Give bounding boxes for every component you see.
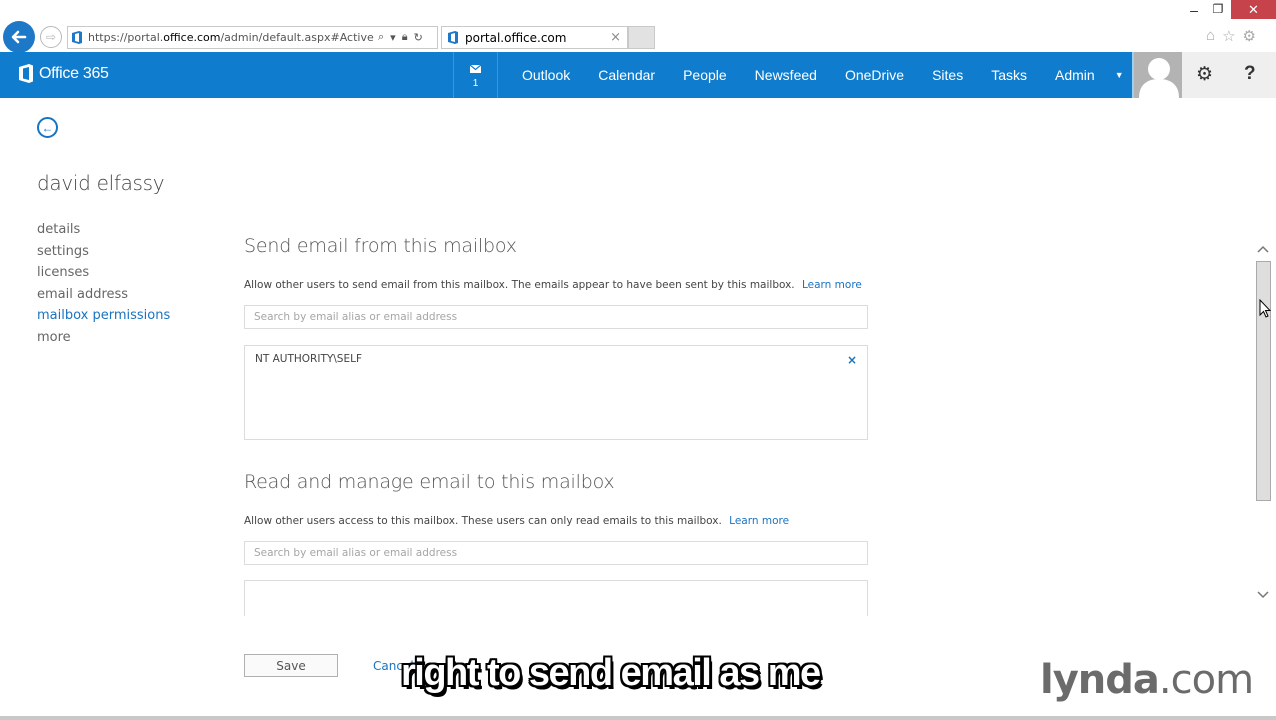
close-window-button[interactable]: ✕ xyxy=(1231,0,1276,19)
nav-calendar[interactable]: Calendar xyxy=(584,52,669,98)
full-access-description: Allow other users access to this mailbox… xyxy=(244,515,790,527)
tab-title: portal.office.com xyxy=(465,30,567,45)
entry-name: NT AUTHORITY\SELF xyxy=(255,353,362,365)
search-icon[interactable]: ⌕ xyxy=(378,31,384,44)
settings-gear-icon[interactable]: ⚙ xyxy=(1243,27,1256,45)
minimize-button[interactable]: – xyxy=(1184,2,1204,18)
nav-sites[interactable]: Sites xyxy=(918,52,977,98)
settings-gear-icon[interactable]: ⚙ xyxy=(1196,63,1213,86)
send-as-learn-more-link[interactable]: Learn more xyxy=(802,279,862,291)
address-bar[interactable]: https://portal.office.com/admin/default.… xyxy=(67,26,438,49)
office-favicon-icon xyxy=(448,31,458,44)
save-button[interactable]: Save xyxy=(244,654,338,677)
full-access-learn-more-link[interactable]: Learn more xyxy=(729,515,789,527)
brand-name: Office 365 xyxy=(39,64,109,82)
lock-icon[interactable]: 🔒︎ xyxy=(402,31,408,44)
arrow-left-icon: ← xyxy=(41,120,54,135)
envelope-icon xyxy=(454,64,497,76)
video-caption: right to send email as me xyxy=(401,652,821,694)
header-tools: ⚙ ? xyxy=(1182,52,1276,98)
full-access-section-title: Read and manage email to this mailbox xyxy=(244,471,615,493)
home-icon[interactable]: ⌂ xyxy=(1206,27,1215,45)
scroll-up-icon[interactable] xyxy=(1255,242,1271,256)
send-as-list: NT AUTHORITY\SELF × xyxy=(244,345,868,440)
nav-onedrive[interactable]: OneDrive xyxy=(831,52,918,98)
browser-tab[interactable]: portal.office.com × xyxy=(441,26,628,49)
send-as-search-input[interactable] xyxy=(244,305,868,329)
suite-header: Office 365 1 Outlook Calendar People New… xyxy=(0,52,1276,98)
browser-forward-button[interactable]: ⇨ xyxy=(40,26,62,48)
nav-outlook[interactable]: Outlook xyxy=(508,52,584,98)
user-avatar[interactable] xyxy=(1132,52,1182,98)
nav-people[interactable]: People xyxy=(669,52,741,98)
caret-down-icon[interactable]: ▼ xyxy=(1105,70,1134,80)
office-favicon-icon xyxy=(72,31,82,44)
send-as-description: Allow other users to send email from thi… xyxy=(244,279,862,291)
nav-details[interactable]: details xyxy=(37,220,170,242)
new-tab-button[interactable] xyxy=(628,26,655,49)
nav-more[interactable]: more xyxy=(37,328,170,350)
nav-tasks[interactable]: Tasks xyxy=(977,52,1041,98)
scroll-down-icon[interactable] xyxy=(1255,588,1271,602)
screen: ⇨ https://portal.office.com/admin/defaul… xyxy=(0,0,1276,720)
back-button[interactable]: ← xyxy=(37,117,58,138)
full-access-search-input[interactable] xyxy=(244,541,868,565)
user-settings-nav: details settings licenses email address … xyxy=(37,220,170,349)
url-text[interactable]: https://portal.office.com/admin/default.… xyxy=(88,31,374,44)
favorites-star-icon[interactable]: ☆ xyxy=(1222,27,1235,45)
arrow-left-icon xyxy=(11,30,27,44)
help-icon[interactable]: ? xyxy=(1244,63,1256,85)
nav-email-address[interactable]: email address xyxy=(37,285,170,307)
list-item[interactable]: NT AUTHORITY\SELF × xyxy=(245,346,867,372)
top-navigation: Outlook Calendar People Newsfeed OneDriv… xyxy=(508,52,1134,98)
mail-count: 1 xyxy=(472,78,479,89)
office-logo-icon xyxy=(19,64,33,83)
browser-back-button[interactable] xyxy=(3,21,35,53)
scrollbar-thumb[interactable] xyxy=(1256,261,1271,501)
restore-button[interactable]: ❐ xyxy=(1208,2,1228,18)
person-silhouette-icon xyxy=(1139,58,1179,98)
refresh-icon[interactable]: ↻ xyxy=(414,31,423,44)
arrow-right-icon: ⇨ xyxy=(45,30,57,44)
nav-licenses[interactable]: licenses xyxy=(37,263,170,285)
send-as-section-title: Send email from this mailbox xyxy=(244,235,517,257)
nav-admin[interactable]: Admin xyxy=(1041,52,1109,98)
video-progress-bar xyxy=(0,716,1276,720)
nav-newsfeed[interactable]: Newsfeed xyxy=(741,52,831,98)
full-access-list xyxy=(244,580,868,616)
nav-settings[interactable]: settings xyxy=(37,242,170,264)
page-title: david elfassy xyxy=(37,171,165,195)
nav-mailbox-permissions[interactable]: mailbox permissions xyxy=(37,306,170,328)
remove-icon[interactable]: × xyxy=(847,353,857,367)
mouse-cursor-icon xyxy=(1259,299,1271,318)
dropdown-icon[interactable]: ▾ xyxy=(390,31,396,44)
browser-chrome: ⇨ https://portal.office.com/admin/defaul… xyxy=(0,0,1276,53)
lynda-watermark: lynda.com xyxy=(1040,657,1254,703)
mail-notification[interactable]: 1 xyxy=(453,52,498,98)
tab-close-icon[interactable]: × xyxy=(610,30,621,45)
office365-logo[interactable]: Office 365 xyxy=(19,64,109,83)
